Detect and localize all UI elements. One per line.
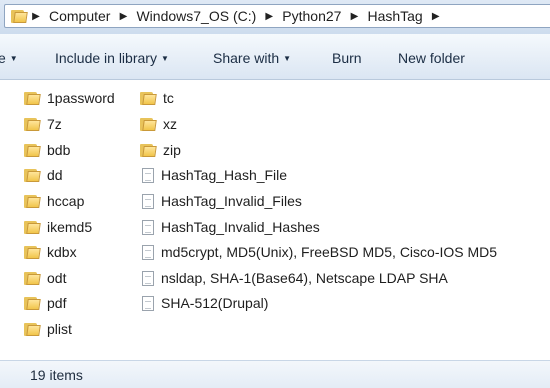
item-label: plist bbox=[47, 321, 72, 337]
file-icon bbox=[142, 295, 154, 311]
folder-icon bbox=[24, 271, 41, 285]
folder-icon bbox=[24, 143, 41, 157]
folder-icon bbox=[24, 245, 41, 259]
folder-icon bbox=[24, 296, 41, 310]
item-label: ikemd5 bbox=[47, 219, 93, 235]
item-label: dd bbox=[47, 167, 63, 183]
folder-icon bbox=[24, 168, 41, 182]
folder-item-1password[interactable]: 1password bbox=[24, 87, 115, 109]
folder-item-7z[interactable]: 7z bbox=[24, 113, 62, 135]
folder-item-hccap[interactable]: hccap bbox=[24, 190, 84, 212]
folder-icon bbox=[140, 143, 157, 157]
file-icon bbox=[142, 167, 154, 183]
address-bar[interactable]: ▶ Computer ▶ Windows7_OS (C:) ▶ Python27… bbox=[4, 4, 550, 28]
chevron-right-icon[interactable]: ▶ bbox=[114, 11, 132, 22]
breadcrumb-computer[interactable]: Computer bbox=[45, 8, 114, 24]
chevron-right-icon[interactable]: ▶ bbox=[345, 11, 363, 22]
dropdown-caret-icon: ▼ bbox=[9, 54, 18, 63]
item-label: odt bbox=[47, 270, 67, 286]
item-label: HashTag_Invalid_Files bbox=[161, 193, 302, 209]
file-item-hashtag-hash-file[interactable]: HashTag_Hash_File bbox=[140, 164, 287, 186]
folder-item-plist[interactable]: plist bbox=[24, 318, 72, 340]
item-label: HashTag_Invalid_Hashes bbox=[161, 219, 320, 235]
breadcrumb-python27[interactable]: Python27 bbox=[278, 8, 345, 24]
folder-item-tc[interactable]: tc bbox=[140, 87, 174, 109]
item-label: SHA-512(Drupal) bbox=[161, 295, 269, 311]
folder-icon bbox=[24, 117, 41, 131]
folder-item-bdb[interactable]: bdb bbox=[24, 139, 70, 161]
file-item-sha512-drupal[interactable]: SHA-512(Drupal) bbox=[140, 292, 268, 314]
organize-label: e bbox=[0, 50, 6, 66]
file-list: 1password 7z bdb dd hccap ikemd5 kdbx od… bbox=[0, 80, 550, 360]
burn-label: Burn bbox=[332, 50, 362, 66]
item-label: pdf bbox=[47, 295, 67, 311]
file-icon bbox=[142, 219, 154, 235]
file-item-nsldap[interactable]: nsldap, SHA-1(Base64), Netscape LDAP SHA bbox=[140, 267, 448, 289]
chevron-right-icon[interactable]: ▶ bbox=[260, 11, 278, 22]
include-in-library-button[interactable]: Include in library ▼ bbox=[55, 50, 169, 66]
dropdown-caret-icon: ▼ bbox=[283, 54, 292, 63]
folder-icon bbox=[140, 117, 157, 131]
item-label: 7z bbox=[47, 116, 62, 132]
item-label: hccap bbox=[47, 193, 85, 209]
folder-icon bbox=[24, 220, 41, 234]
share-with-label: Share with bbox=[213, 50, 280, 66]
organize-button[interactable]: e ▼ bbox=[0, 50, 18, 66]
command-bar: e ▼ Include in library ▼ Share with ▼ Burn … bbox=[0, 34, 550, 80]
new-folder-label: New folder bbox=[398, 50, 465, 66]
item-count: 19 items bbox=[30, 367, 83, 383]
item-label: bdb bbox=[47, 142, 71, 158]
file-icon bbox=[142, 193, 154, 209]
folder-item-pdf[interactable]: pdf bbox=[24, 292, 66, 314]
folder-item-kdbx[interactable]: kdbx bbox=[24, 241, 77, 263]
item-label: HashTag_Hash_File bbox=[161, 167, 288, 183]
breadcrumb-hashtag[interactable]: HashTag bbox=[363, 8, 426, 24]
item-label: zip bbox=[163, 142, 181, 158]
folder-item-zip[interactable]: zip bbox=[140, 139, 181, 161]
item-label: md5crypt, MD5(Unix), FreeBSD MD5, Cisco-… bbox=[161, 244, 498, 260]
item-label: kdbx bbox=[47, 244, 77, 260]
folder-icon bbox=[24, 322, 41, 336]
file-item-md5crypt[interactable]: md5crypt, MD5(Unix), FreeBSD MD5, Cisco-… bbox=[140, 241, 497, 263]
item-label: 1password bbox=[47, 90, 115, 106]
folder-icon bbox=[24, 91, 41, 105]
address-bar-area: ▶ Computer ▶ Windows7_OS (C:) ▶ Python27… bbox=[0, 0, 550, 34]
item-label: xz bbox=[163, 116, 177, 132]
file-item-hashtag-invalid-hashes[interactable]: HashTag_Invalid_Hashes bbox=[140, 216, 320, 238]
folder-item-xz[interactable]: xz bbox=[140, 113, 177, 135]
chevron-right-icon[interactable]: ▶ bbox=[427, 11, 445, 22]
breadcrumb-drive[interactable]: Windows7_OS (C:) bbox=[132, 8, 260, 24]
share-with-button[interactable]: Share with ▼ bbox=[213, 50, 291, 66]
dropdown-caret-icon: ▼ bbox=[160, 54, 169, 63]
status-bar: 19 items bbox=[0, 360, 550, 388]
item-label: nsldap, SHA-1(Base64), Netscape LDAP SHA bbox=[161, 270, 448, 286]
new-folder-button[interactable]: New folder bbox=[398, 50, 465, 66]
folder-item-ikemd5[interactable]: ikemd5 bbox=[24, 216, 92, 238]
folder-icon bbox=[24, 194, 41, 208]
folder-icon bbox=[140, 91, 157, 105]
burn-button[interactable]: Burn bbox=[332, 50, 362, 66]
file-item-hashtag-invalid-files[interactable]: HashTag_Invalid_Files bbox=[140, 190, 302, 212]
item-label: tc bbox=[163, 90, 174, 106]
file-icon bbox=[142, 270, 154, 286]
chevron-right-icon[interactable]: ▶ bbox=[27, 11, 45, 22]
folder-icon bbox=[11, 9, 28, 23]
file-icon bbox=[142, 244, 154, 260]
folder-item-dd[interactable]: dd bbox=[24, 164, 63, 186]
include-in-library-label: Include in library bbox=[55, 50, 157, 66]
folder-item-odt[interactable]: odt bbox=[24, 267, 66, 289]
